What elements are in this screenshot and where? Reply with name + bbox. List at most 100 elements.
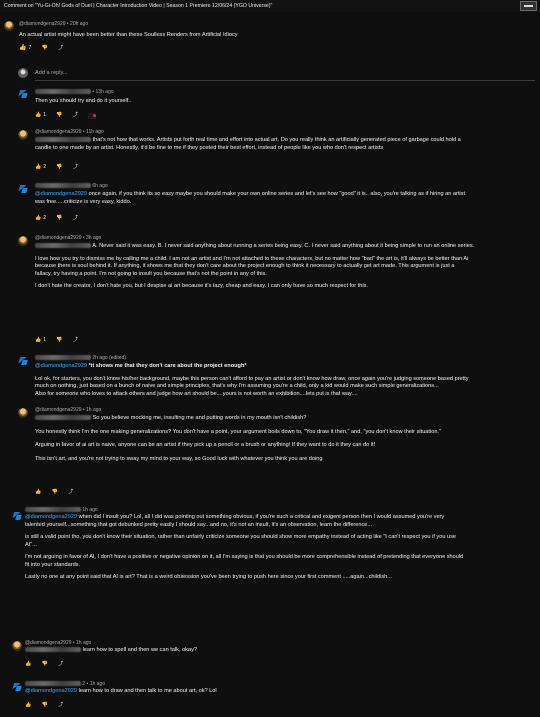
comment-line: learn how to spell and then we can talk,… [82, 647, 197, 653]
like-icon[interactable]: 👍 [35, 337, 41, 344]
redacted-author [35, 89, 91, 95]
comment-text: Then you should try and do it yourself.. [35, 98, 132, 104]
avatar[interactable] [18, 130, 28, 140]
like-icon[interactable]: 👍 [35, 215, 41, 222]
redacted-mention [35, 415, 91, 421]
dislike-icon[interactable]: 👎 [56, 215, 62, 222]
window-title: Comment on "Yu-Gi-Oh! Gods of Duel | Cha… [4, 3, 273, 9]
like-count: 7 [28, 45, 32, 51]
like-count: 2 [43, 164, 47, 170]
comment-line: You honestly think I'm the one making ge… [35, 428, 441, 435]
comment-text: So you believe mocking me, insulting me … [35, 415, 441, 463]
comment-time: • 13h ago [92, 89, 114, 95]
avatar[interactable] [4, 21, 14, 31]
dislike-icon[interactable]: 👎 [42, 702, 48, 709]
comment-line: I'm not arguing in favor of AI, I don't … [25, 554, 464, 560]
comment-actions: 👍 👎 ⤴ [25, 702, 72, 709]
comment-text: @diamondgena2929 learn how to draw and t… [25, 688, 217, 696]
comment-line: is still a valid point tho, you don't kn… [25, 534, 457, 540]
comment-meta: @diamondgena2929 • 1h ago [35, 407, 102, 413]
comment-line: once again, if you think its so easy may… [87, 191, 466, 197]
like-count: 2 [43, 215, 47, 221]
comment-time: 2h ago (edited) [92, 355, 127, 361]
like-icon[interactable]: 👍 [35, 164, 41, 171]
redacted-author [25, 507, 81, 513]
like-icon[interactable]: 👍 [25, 702, 31, 709]
comment-line: Also for someone who loves to attack oth… [35, 390, 358, 397]
comment-actions: 👍 2 👎 ⤴ [35, 215, 87, 222]
comment-text: @diamondgena2929 when did I insult you? … [25, 514, 463, 582]
reply-icon[interactable]: ⤴ [68, 489, 73, 496]
redacted-mention [35, 243, 91, 249]
comment-meta: @diamondgena2929 • 3h ago [35, 235, 102, 241]
comment-meta: 6h ago [35, 183, 108, 190]
reply-icon[interactable]: ⤴ [73, 215, 78, 222]
dislike-icon[interactable]: 👎 [42, 661, 48, 668]
comment-actions: 👍 2 👎 ⤴ [35, 164, 87, 171]
comment-meta: • 13h ago [35, 89, 114, 96]
comment-actions: 👍 👎 ⤴ [25, 661, 72, 668]
avatar[interactable] [12, 641, 22, 651]
comment-author[interactable]: @diamondgena2929 [19, 21, 66, 27]
reply-icon[interactable]: ⤴ [58, 661, 63, 668]
comment-line: learn how to draw and then talk to me ab… [77, 688, 217, 694]
mention-link[interactable]: @diamondgena2929 [35, 191, 87, 197]
avatar[interactable] [12, 511, 22, 521]
dislike-icon[interactable]: 👎 [56, 112, 62, 119]
comment-line: because there is soul behind it. If anyt… [35, 263, 455, 269]
comment-meta: 2h ago (edited) [35, 355, 126, 362]
comment-line: Arguing in favor of ai art is naive, any… [35, 442, 376, 448]
comment-text: A. Never said it was easy. B. I never sa… [35, 243, 474, 291]
creator-heart-icon [88, 112, 97, 119]
avatar[interactable] [18, 184, 28, 194]
window-title-bar: Comment on "Yu-Gi-Oh! Gods of Duel | Cha… [0, 0, 540, 12]
comment-line: that's not how that works. Artists put f… [92, 137, 461, 143]
like-icon[interactable]: 👍 [35, 112, 41, 119]
reply-input[interactable]: Add a reply... [35, 70, 68, 77]
comment-text: @diamondgena2929 once again, if you thin… [35, 191, 465, 206]
comment-actions: 👍 7 👎 ⤴ [19, 45, 72, 52]
dislike-icon[interactable]: 👎 [42, 45, 48, 52]
mention-link[interactable]: @diamondgena2929 [25, 688, 77, 694]
like-count: 1 [43, 337, 47, 343]
reply-input-underline [35, 80, 535, 81]
comment-line: I love how you try to dismiss me by call… [35, 255, 469, 262]
comment-line: This isn't art, and you're not trying to… [35, 455, 323, 462]
redacted-mention [25, 647, 81, 653]
comment-text: @diamondgena2929 *it shows me that they … [35, 363, 469, 398]
like-icon[interactable]: 👍 [25, 661, 31, 668]
reply-icon[interactable]: ⤴ [58, 45, 63, 52]
comment-text: learn how to spell and then we can talk,… [25, 647, 197, 655]
avatar[interactable] [18, 236, 28, 246]
avatar[interactable] [18, 356, 28, 366]
current-user-avatar [18, 68, 28, 78]
comment-text: An actual artist might have been better … [19, 32, 238, 38]
comment-line: candle to one made by an artist. Honestl… [35, 144, 384, 151]
comment-meta: @diamondgena2929 • 20h ago [19, 21, 88, 28]
comment-line: Lol ok, for starters, you don't know his… [35, 375, 469, 382]
comment-line: much on nothing, just based on a bunch o… [35, 383, 439, 389]
reply-icon[interactable]: ⤴ [73, 164, 78, 171]
reply-icon[interactable]: ⤴ [58, 702, 63, 709]
avatar[interactable] [18, 408, 28, 418]
like-icon[interactable]: 👍 [35, 489, 41, 496]
comment-text: that's not how that works. Artists put f… [35, 137, 461, 152]
comment-actions: 👍 1 👎 ⤴ [35, 337, 87, 344]
comment-line: So you believe mocking me, insulting me … [92, 415, 307, 421]
reply-icon[interactable]: ⤴ [73, 337, 78, 344]
like-count: 1 [43, 112, 47, 118]
comment-line: when did I insult you? Lol, all I did wa… [77, 514, 445, 520]
comment-time: • 20h ago [66, 21, 89, 27]
dislike-icon[interactable]: 👎 [56, 337, 62, 344]
reply-icon[interactable]: ⤴ [73, 112, 78, 119]
dislike-icon[interactable]: 👎 [52, 489, 58, 496]
app-logo-icon [520, 1, 537, 11]
mention-link[interactable]: @diamondgena2929 [35, 363, 87, 369]
dislike-icon[interactable]: 👎 [56, 164, 62, 171]
avatar[interactable] [12, 682, 22, 692]
comment-line: was free.....criticize is very easy, kid… [35, 198, 132, 205]
mention-link[interactable]: @diamondgena2929 [25, 514, 77, 520]
like-icon[interactable]: 👍 [19, 45, 26, 52]
comment-time: 6h ago [92, 183, 108, 189]
avatar[interactable] [18, 89, 28, 99]
